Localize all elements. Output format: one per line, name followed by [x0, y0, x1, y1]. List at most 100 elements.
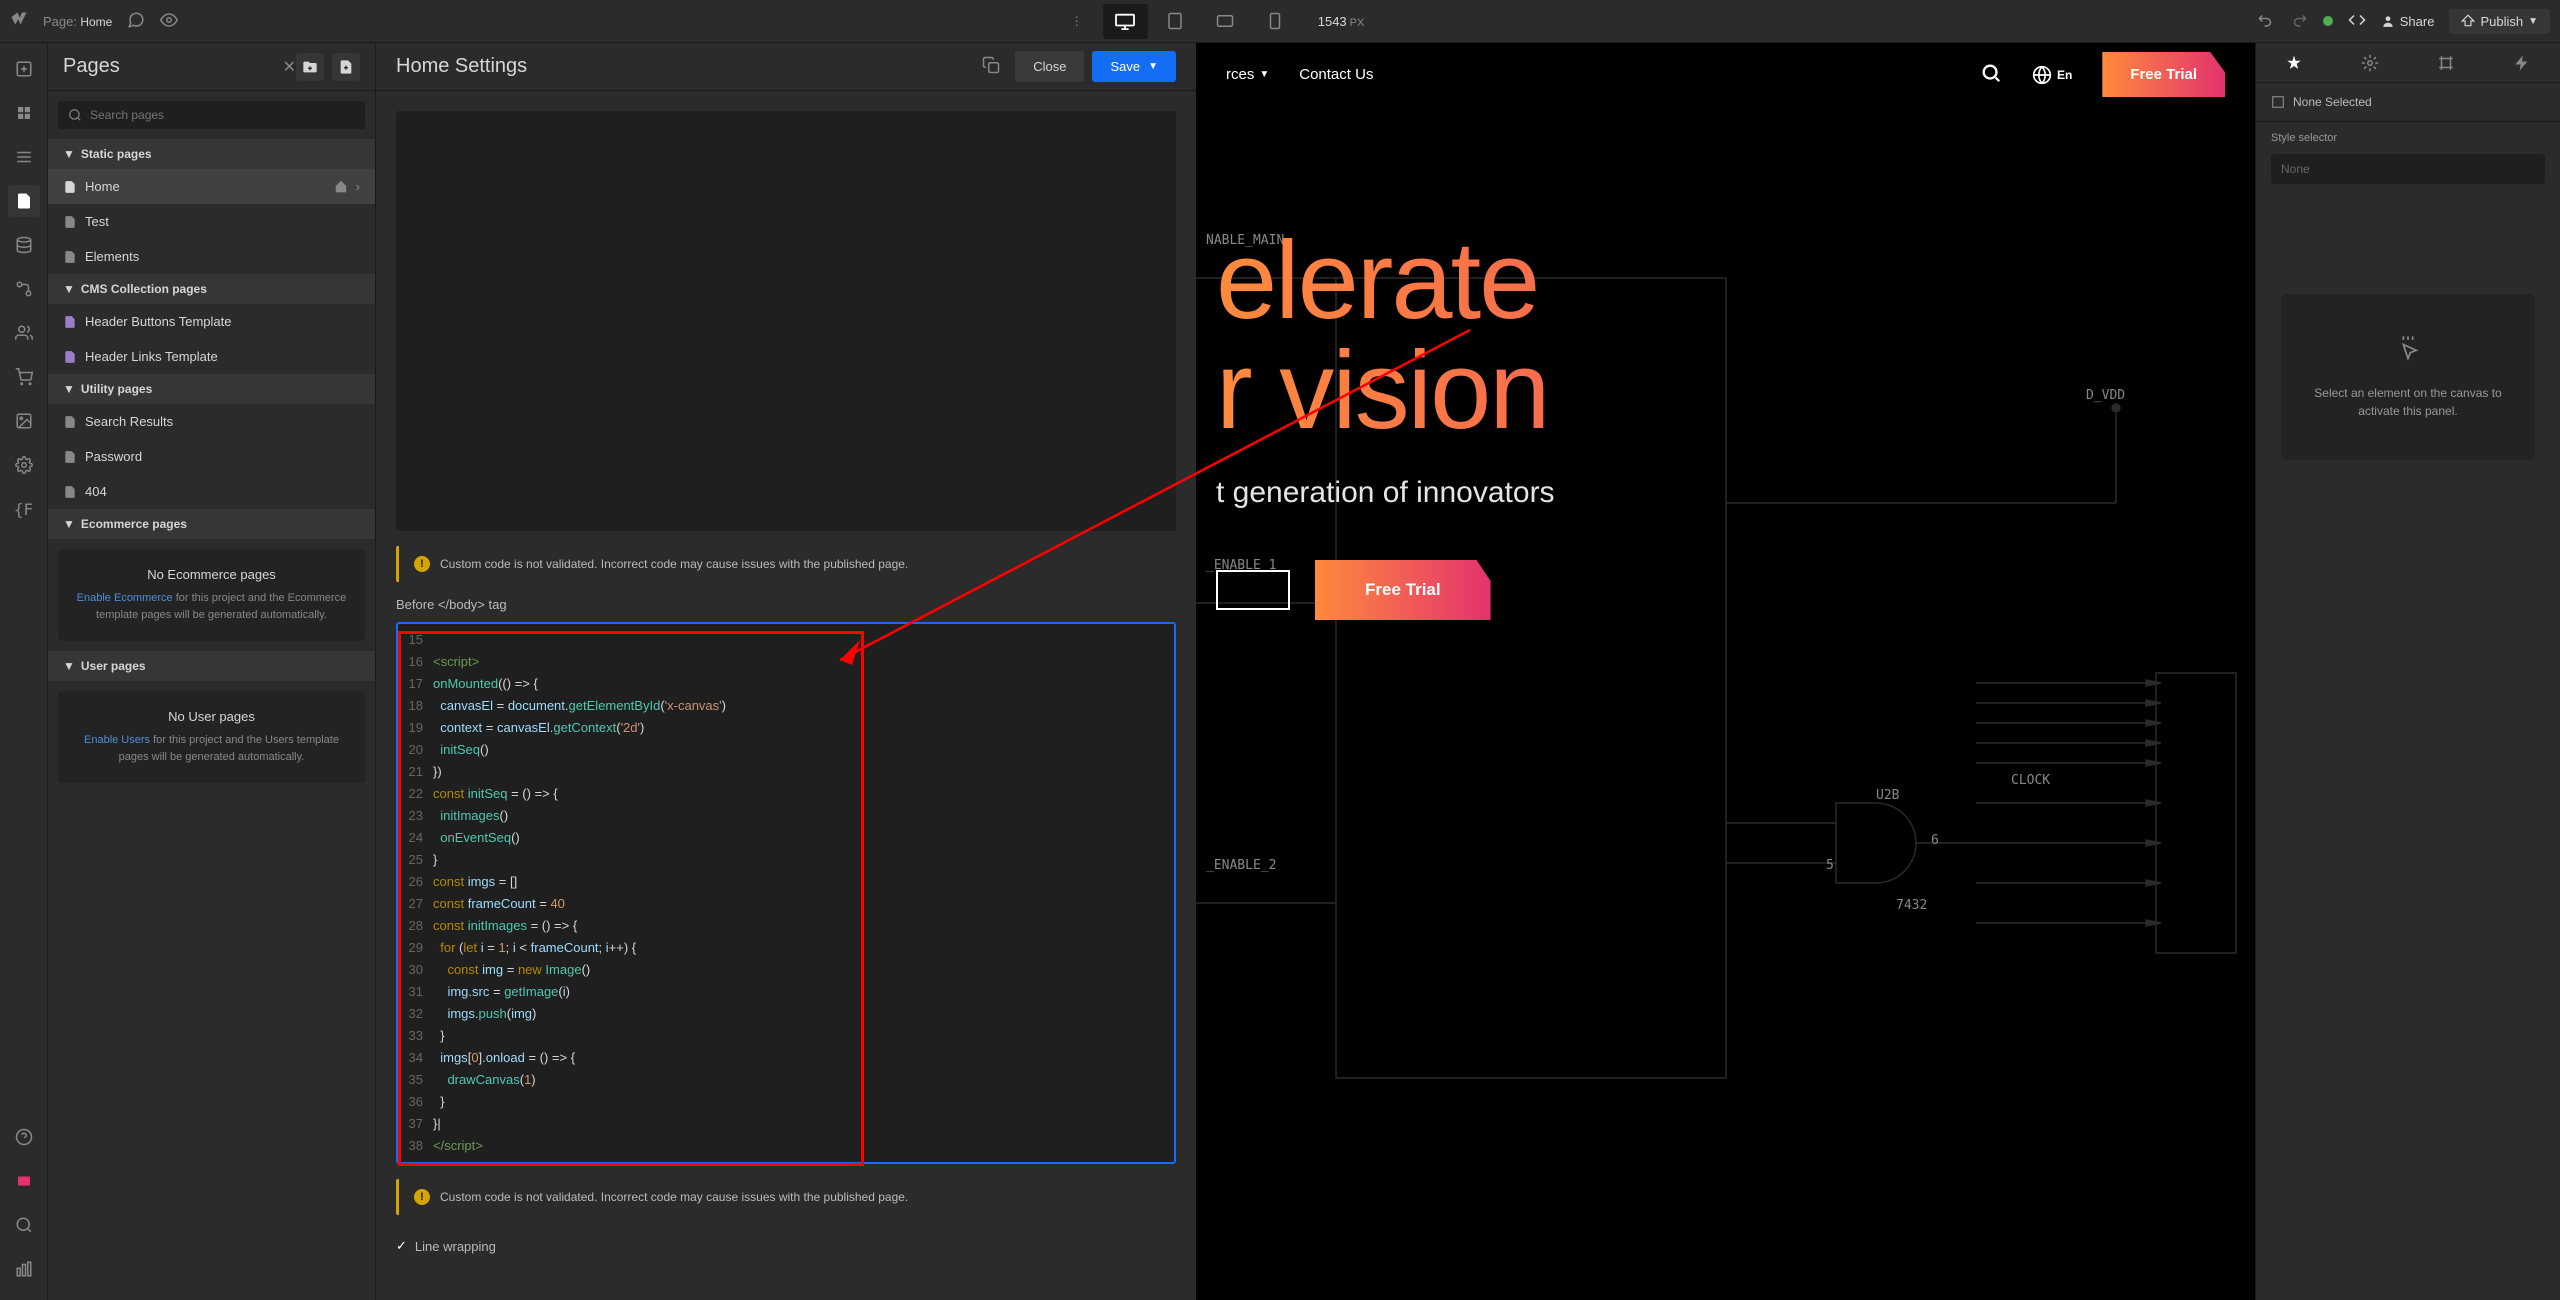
static-pages-section[interactable]: ▼Static pages [48, 139, 375, 169]
ecommerce-info-box: No Ecommerce pages Enable Ecommerce for … [58, 549, 365, 641]
code-editor-head[interactable] [396, 111, 1176, 531]
desktop-device-button[interactable] [1103, 4, 1148, 39]
search-pages-input[interactable] [58, 101, 365, 129]
mobile-device-button[interactable] [1253, 4, 1298, 39]
pages-icon[interactable] [8, 185, 40, 217]
nav-contact[interactable]: Contact Us [1299, 66, 1373, 83]
tablet-landscape-button[interactable] [1203, 4, 1248, 39]
hero-section: elerate r vision t generation of innovat… [1196, 106, 2255, 680]
users-icon[interactable] [8, 317, 40, 349]
page-item-header-links[interactable]: Header Links Template [48, 339, 375, 374]
canvas-preview[interactable]: rces ▼ Contact Us En Free Trial [1196, 43, 2255, 1300]
style-selector-input[interactable]: None [2271, 154, 2545, 184]
checkbox-label: Line wrapping [415, 1239, 496, 1254]
page-item-home[interactable]: Home › [48, 169, 375, 204]
settings-icon[interactable] [8, 449, 40, 481]
status-indicator-icon [2323, 16, 2333, 26]
logic-icon[interactable] [8, 273, 40, 305]
settings-panel: Home Settings Close Save▼ ! Custom code … [376, 43, 1196, 1300]
effects-tab-icon[interactable] [2484, 43, 2560, 82]
nav-cta-button[interactable]: Free Trial [2102, 52, 2225, 97]
page-item-password[interactable]: Password [48, 439, 375, 474]
search-icon [68, 108, 82, 122]
viewport-width[interactable]: 1543 [1318, 14, 1347, 29]
page-item-test[interactable]: Test [48, 204, 375, 239]
video-icon[interactable] [8, 1165, 40, 1197]
page-item-404[interactable]: 404 [48, 474, 375, 509]
page-label: Page: [43, 14, 77, 29]
enable-users-link[interactable]: Enable Users [84, 734, 150, 746]
page-item-header-buttons[interactable]: Header Buttons Template [48, 304, 375, 339]
share-button[interactable]: Share [2381, 14, 2435, 29]
page-label: Test [85, 214, 109, 229]
style-tab-icon[interactable] [2256, 43, 2332, 82]
hero-title-line2: r vision [1216, 336, 2235, 446]
copy-icon[interactable] [982, 56, 1000, 77]
top-bar: Page: Home ⋮ 1543PX Share Publish ▼ [0, 0, 2560, 43]
webflow-logo-icon[interactable] [10, 11, 28, 32]
page-label: Header Links Template [85, 349, 218, 364]
info-text: for this project and the Users template … [119, 734, 339, 763]
comments-icon[interactable] [127, 11, 145, 32]
page-label: Header Buttons Template [85, 314, 231, 329]
settings-tab-icon[interactable] [2332, 43, 2408, 82]
hero-subtitle: t generation of innovators [1216, 476, 2235, 510]
preview-icon[interactable] [160, 11, 178, 32]
page-label: Password [85, 449, 142, 464]
user-info-box: No User pages Enable Users for this proj… [58, 691, 365, 783]
warning-bar-2: ! Custom code is not validated. Incorrec… [396, 1179, 1176, 1215]
assets-icon[interactable] [8, 405, 40, 437]
save-button[interactable]: Save▼ [1092, 51, 1176, 82]
device-switcher [1103, 4, 1298, 39]
circuit-label-en2: _ENABLE_2 [1206, 858, 1276, 873]
warning-icon: ! [414, 556, 430, 572]
check-icon: ✓ [396, 1238, 407, 1254]
pages-panel-title: Pages [63, 55, 273, 78]
search-site-icon[interactable] [1980, 62, 2002, 87]
tablet-device-button[interactable] [1153, 4, 1198, 39]
redo-icon[interactable] [2290, 11, 2308, 32]
undo-icon[interactable] [2257, 11, 2275, 32]
utility-pages-section[interactable]: ▼Utility pages [48, 374, 375, 404]
interactions-tab-icon[interactable] [2408, 43, 2484, 82]
info-title: No Ecommerce pages [76, 567, 347, 582]
page-item-elements[interactable]: Elements [48, 239, 375, 274]
navigator-icon[interactable] [8, 141, 40, 173]
page-icon [63, 180, 77, 194]
page-label: Elements [85, 249, 139, 264]
outline-button[interactable] [1216, 570, 1290, 610]
left-toolbar: {F [0, 43, 48, 1300]
none-selected-indicator: None Selected [2256, 83, 2560, 122]
circuit-label-7432: 7432 [1896, 898, 1927, 913]
chevron-right-icon[interactable]: › [356, 179, 360, 194]
help-icon[interactable] [8, 1121, 40, 1153]
new-page-icon[interactable] [332, 53, 360, 81]
ecommerce-icon[interactable] [8, 361, 40, 393]
add-element-icon[interactable] [8, 53, 40, 85]
line-wrapping-checkbox[interactable]: ✓ Line wrapping [396, 1230, 1176, 1262]
publish-button[interactable]: Publish ▼ [2449, 9, 2550, 34]
page-item-search-results[interactable]: Search Results [48, 404, 375, 439]
hero-cta-button[interactable]: Free Trial [1315, 560, 1491, 620]
close-pages-icon[interactable]: ✕ [283, 57, 296, 77]
variables-icon[interactable]: {F [8, 493, 40, 525]
nav-resources[interactable]: rces ▼ [1226, 66, 1269, 83]
enable-ecommerce-link[interactable]: Enable Ecommerce [77, 592, 173, 604]
circuit-label-clock: CLOCK [2011, 773, 2050, 788]
audit-icon[interactable] [8, 1253, 40, 1285]
new-folder-icon[interactable] [296, 53, 324, 81]
language-switcher[interactable]: En [2032, 65, 2072, 85]
cms-page-icon [63, 350, 77, 364]
search-tool-icon[interactable] [8, 1209, 40, 1241]
cms-pages-section[interactable]: ▼CMS Collection pages [48, 274, 375, 304]
code-editor-body[interactable]: 1516<script>17onMounted(() => {18 canvas… [396, 622, 1176, 1164]
page-icon [63, 450, 77, 464]
user-pages-section[interactable]: ▼User pages [48, 651, 375, 681]
code-export-icon[interactable] [2348, 11, 2366, 32]
ecommerce-pages-section[interactable]: ▼Ecommerce pages [48, 509, 375, 539]
cms-icon[interactable] [8, 229, 40, 261]
close-button[interactable]: Close [1015, 51, 1084, 82]
more-icon[interactable]: ⋮ [1071, 14, 1083, 28]
current-page-name[interactable]: Home [80, 15, 112, 29]
components-icon[interactable] [8, 97, 40, 129]
